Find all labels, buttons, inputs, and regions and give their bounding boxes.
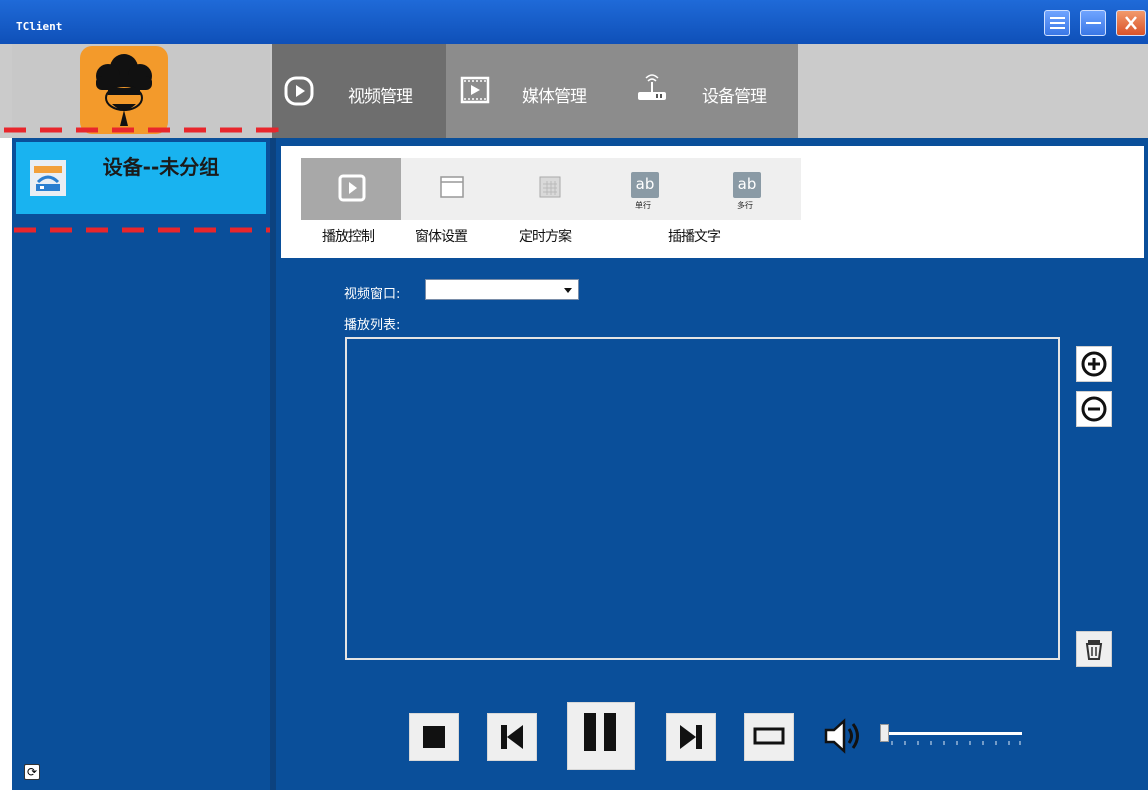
pause-icon: [584, 713, 616, 751]
delete-button[interactable]: [1076, 631, 1112, 667]
tab-media-label: 媒体管理: [522, 87, 587, 107]
multi-line-text-icon[interactable]: ab: [733, 172, 761, 198]
refresh-icon: ⟳: [26, 765, 38, 779]
tool-schedule[interactable]: [501, 158, 601, 220]
menu-button[interactable]: [1044, 10, 1070, 36]
single-line-text-icon[interactable]: ab: [631, 172, 659, 198]
tool-insert-text-label: 插播文字: [668, 229, 721, 245]
remove-item-button[interactable]: [1076, 391, 1112, 427]
tool-window-settings[interactable]: [401, 158, 501, 220]
volume-slider-thumb[interactable]: [880, 724, 889, 742]
calendar-icon: [539, 176, 561, 198]
film-icon: [460, 76, 490, 104]
title-bar: [0, 0, 1148, 44]
tab-media-management[interactable]: 媒体管理: [446, 44, 620, 138]
refresh-button[interactable]: ⟳: [24, 764, 40, 780]
tab-device-label: 设备管理: [702, 87, 767, 107]
volume-icon[interactable]: [822, 716, 864, 756]
tool-play-control-label: 播放控制: [322, 229, 375, 245]
tool-schedule-label: 定时方案: [519, 229, 572, 245]
volume-slider-track[interactable]: [888, 732, 1022, 735]
video-window-label: 视频窗口:: [344, 287, 401, 302]
repeat-icon: [753, 727, 785, 745]
stop-icon: [423, 726, 445, 748]
next-button[interactable]: [666, 713, 716, 761]
tab-video-management[interactable]: 视频管理: [272, 44, 446, 138]
close-icon: [1125, 16, 1137, 30]
window-icon: [440, 176, 464, 198]
tab-device-management[interactable]: 设备管理: [620, 44, 798, 138]
minimize-button[interactable]: [1080, 10, 1106, 36]
minimize-icon: [1086, 22, 1101, 24]
trash-icon: [1085, 640, 1103, 660]
app-logo: [80, 46, 168, 134]
router-icon: [638, 74, 666, 100]
repeat-button[interactable]: [744, 713, 794, 761]
playlist-label: 播放列表:: [344, 318, 401, 333]
add-item-button[interactable]: [1076, 346, 1112, 382]
play-circle-icon: [284, 76, 314, 106]
app-logo-icon: [96, 54, 152, 126]
skip-forward-icon: [680, 725, 702, 749]
tool-insert-text[interactable]: ab 单行 ab 多行: [601, 158, 801, 220]
window-title: TClient: [16, 20, 63, 33]
video-window-select[interactable]: [425, 279, 579, 300]
single-line-caption: 单行: [635, 201, 651, 210]
stop-button[interactable]: [409, 713, 459, 761]
plus-circle-icon: [1081, 351, 1107, 377]
chevron-down-icon: [564, 288, 572, 293]
play-square-icon: [338, 174, 366, 202]
tool-play-control[interactable]: [301, 158, 401, 220]
highlight-box: [4, 127, 279, 233]
tab-video-label: 视频管理: [348, 87, 413, 107]
minus-circle-icon: [1081, 396, 1107, 422]
tool-window-settings-label: 窗体设置: [415, 229, 468, 245]
previous-button[interactable]: [487, 713, 537, 761]
pause-button[interactable]: [567, 702, 635, 770]
skip-back-icon: [501, 725, 523, 749]
volume-ticks: [891, 741, 1021, 745]
multi-line-caption: 多行: [737, 201, 753, 210]
close-button[interactable]: [1116, 10, 1146, 36]
playlist-box[interactable]: [345, 337, 1060, 660]
